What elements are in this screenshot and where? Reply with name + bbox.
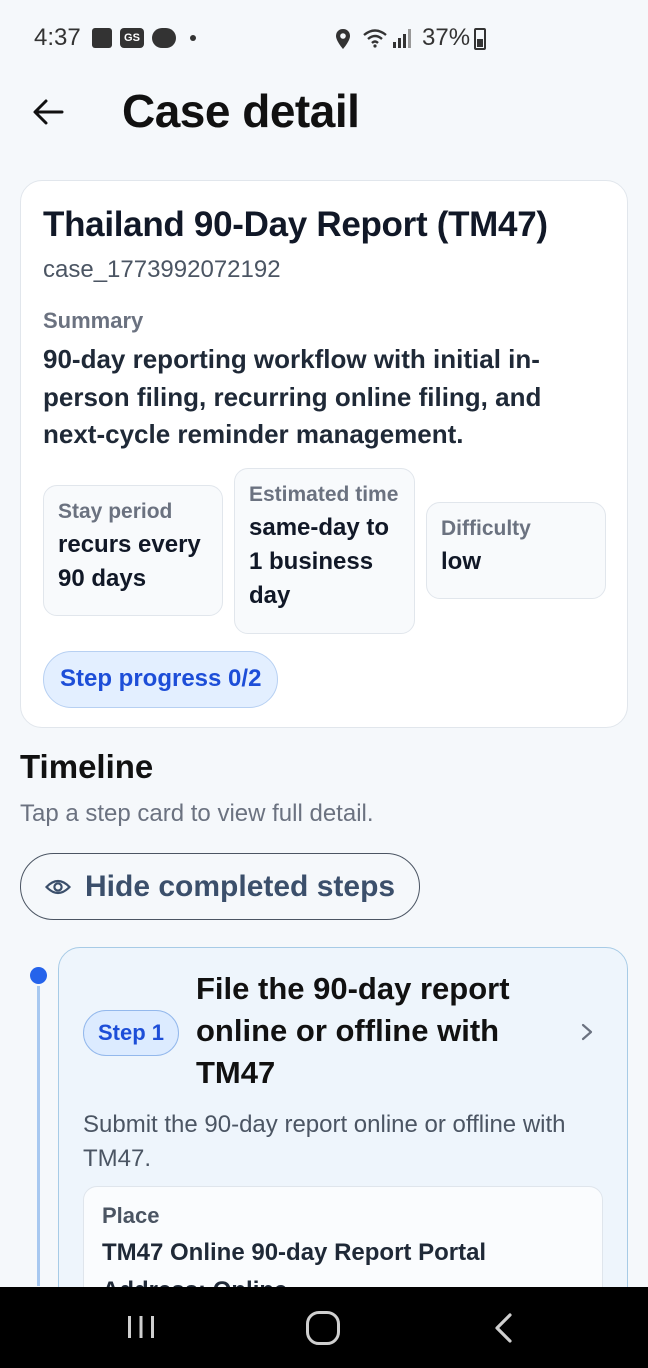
stat-value: same-day to 1 business day [249, 514, 390, 609]
timeline-heading: Timeline [20, 748, 154, 785]
arrow-left-icon [33, 99, 64, 125]
wifi-icon [363, 29, 387, 48]
stat-label: Stay period [58, 500, 173, 523]
stat-label: Estimated time [249, 483, 399, 506]
status-bar: 4:37 GS 37% [0, 0, 648, 78]
step-description: Submit the 90-day report online or offli… [83, 1111, 566, 1172]
step-title: File the 90-day report online or offline… [196, 971, 510, 1090]
timeline-hint: Tap a step card to view full detail. [20, 800, 374, 827]
more-notifications-icon [190, 35, 196, 41]
back-button[interactable] [26, 90, 70, 134]
step-progress-badge: Step progress 0/2 [43, 651, 279, 708]
timeline-line [37, 986, 40, 1286]
system-nav-bar [0, 1287, 648, 1368]
summary-label: Summary [43, 308, 144, 333]
home-icon[interactable] [306, 1311, 340, 1345]
location-icon [336, 29, 350, 49]
stat-label: Difficulty [441, 517, 531, 540]
chevron-right-icon [581, 1023, 593, 1041]
gs-icon: GS [120, 28, 144, 48]
image-icon [92, 28, 112, 48]
chat-icon [152, 28, 176, 48]
signal-icon [393, 29, 411, 48]
step-badge: Step 1 [83, 1010, 180, 1056]
place-label: Place [102, 1203, 160, 1228]
notification-icons: GS [92, 28, 196, 48]
stat-difficulty: Difficulty low [426, 502, 606, 599]
summary-text: 90-day reporting workflow with initial i… [43, 344, 542, 449]
stat-estimated-time: Estimated time same-day to 1 business da… [234, 468, 415, 634]
timeline-dot [30, 967, 47, 984]
case-id: case_1773992072192 [43, 256, 281, 283]
case-title: Thailand 90-Day Report (TM47) [43, 205, 548, 244]
step-card[interactable]: Step 1 File the 90-day report online or … [58, 947, 628, 1346]
status-time: 4:37 [34, 24, 81, 51]
eye-icon [45, 879, 71, 894]
system-back-icon[interactable] [492, 1312, 514, 1344]
stat-stay-period: Stay period recurs every 90 days [43, 485, 223, 616]
battery-percent: 37% [422, 24, 471, 51]
place-value: TM47 Online 90-day Report Portal [102, 1239, 487, 1266]
recent-apps-icon[interactable] [124, 1314, 158, 1340]
battery-icon [474, 28, 486, 50]
page-title: Case detail [122, 85, 360, 137]
stat-value: recurs every 90 days [58, 531, 201, 592]
hide-completed-steps-button[interactable]: Hide completed steps [20, 853, 420, 920]
stat-value: low [441, 548, 481, 575]
hide-completed-steps-label: Hide completed steps [85, 869, 396, 903]
case-summary-card: Thailand 90-Day Report (TM47) case_17739… [20, 180, 628, 728]
